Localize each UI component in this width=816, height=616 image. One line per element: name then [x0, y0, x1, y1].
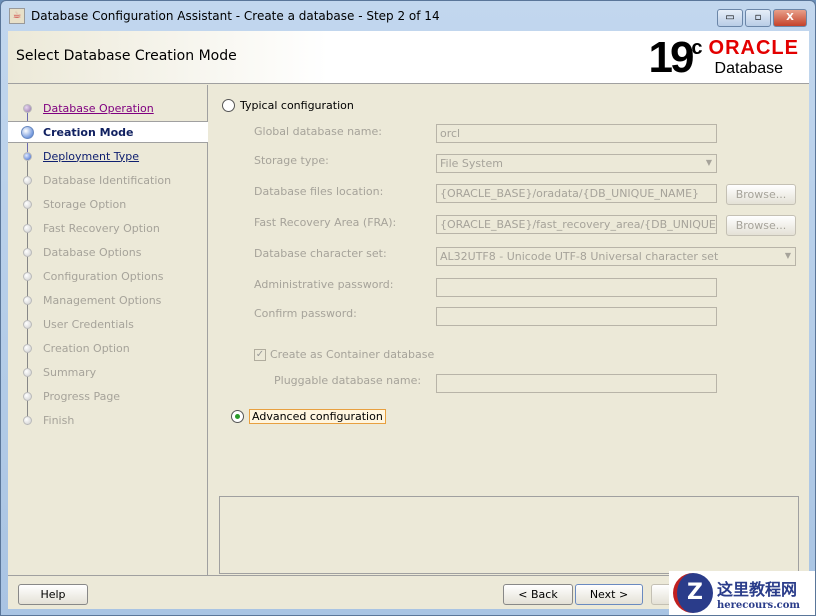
fra-input[interactable]: {ORACLE_BASE}/fast_recovery_area/{DB_UNI…	[436, 215, 717, 234]
step-item: Database Identification	[8, 169, 208, 191]
message-panel	[219, 496, 799, 574]
step-dot-icon	[23, 152, 32, 161]
typical-config-label: Typical configuration	[240, 99, 354, 112]
step-label: Management Options	[43, 293, 162, 307]
step-label: Deployment Type	[43, 149, 140, 163]
step-label: Database Options	[43, 245, 142, 259]
watermark-cn: 这里教程网	[717, 579, 798, 599]
checkbox-box[interactable]: ✓	[254, 348, 266, 361]
logo-sup: c	[691, 37, 703, 59]
advanced-config-label: Advanced configuration	[249, 409, 386, 424]
global-db-name-input[interactable]: orcl	[436, 124, 717, 143]
maximize-button[interactable]: ▫	[745, 9, 771, 27]
step-dot-icon	[23, 224, 32, 233]
step-item: Management Options	[8, 289, 208, 311]
fra-label: Fast Recovery Area (FRA):	[254, 216, 397, 229]
step-dot-icon	[23, 368, 32, 377]
step-dot-icon	[23, 176, 32, 185]
step-item: Storage Option	[8, 193, 208, 215]
step-item: Finish	[8, 409, 208, 431]
next-button[interactable]: Next >	[575, 584, 643, 605]
storage-type-select[interactable]: File System	[436, 154, 717, 173]
pdb-name-input[interactable]	[436, 374, 717, 393]
admin-password-input[interactable]	[436, 278, 717, 297]
typical-config-radio[interactable]: Typical configuration	[222, 99, 354, 112]
step-label: Creation Option	[43, 341, 130, 355]
radio-indicator[interactable]	[231, 410, 244, 423]
step-dot-icon	[23, 248, 32, 257]
back-button[interactable]: < Back	[503, 584, 573, 605]
java-icon: ☕	[9, 8, 25, 24]
charset-select[interactable]: AL32UTF8 - Unicode UTF-8 Universal chara…	[436, 247, 796, 266]
step-item[interactable]: Database Operation	[8, 97, 208, 119]
radio-indicator[interactable]	[222, 99, 235, 112]
step-item[interactable]: Creation Mode	[8, 121, 208, 143]
step-item: Creation Option	[8, 337, 208, 359]
step-item: Progress Page	[8, 385, 208, 407]
minimize-button[interactable]: ▭	[717, 9, 743, 27]
step-dot-icon	[23, 416, 32, 425]
title-bar: ☕ Database Configuration Assistant - Cre…	[1, 1, 815, 31]
page-header: Select Database Creation Mode 19 c ORACL…	[8, 31, 809, 84]
step-label: Progress Page	[43, 389, 121, 403]
step-label: Fast Recovery Option	[43, 221, 160, 235]
step-dot-icon	[23, 200, 32, 209]
oracle-logo: 19 c ORACLE Database	[648, 35, 799, 81]
admin-password-label: Administrative password:	[254, 278, 394, 291]
advanced-config-radio[interactable]: Advanced configuration	[231, 409, 386, 424]
db-files-location-label: Database files location:	[254, 185, 384, 198]
confirm-password-label: Confirm password:	[254, 307, 357, 320]
step-label: Summary	[43, 365, 97, 379]
step-item: User Credentials	[8, 313, 208, 335]
pdb-name-label: Pluggable database name:	[274, 374, 422, 387]
db-files-browse-button[interactable]: Browse...	[726, 184, 796, 205]
fra-browse-button[interactable]: Browse...	[726, 215, 796, 236]
dbca-window: ☕ Database Configuration Assistant - Cre…	[0, 0, 816, 616]
logo-product: Database	[714, 60, 784, 77]
logo-brand: ORACLE	[708, 37, 799, 59]
step-label: Database Operation	[43, 101, 154, 115]
logo-version: 19	[648, 33, 694, 82]
page-title: Select Database Creation Mode	[16, 48, 237, 64]
step-dot-icon	[23, 104, 32, 113]
watermark-icon: Z	[673, 573, 713, 613]
step-item: Summary	[8, 361, 208, 383]
step-item: Configuration Options	[8, 265, 208, 287]
step-dot-icon	[23, 272, 32, 281]
window-title: Database Configuration Assistant - Creat…	[31, 9, 440, 23]
step-dot-icon	[23, 392, 32, 401]
global-db-name-label: Global database name:	[254, 125, 382, 138]
step-dot-icon	[23, 320, 32, 329]
step-dot-icon	[23, 296, 32, 305]
step-navigator: Database Operation Creation Mode Deploymen…	[8, 85, 208, 575]
storage-type-label: Storage type:	[254, 154, 329, 167]
step-item[interactable]: Deployment Type	[8, 145, 208, 167]
step-label: Storage Option	[43, 197, 127, 211]
confirm-password-input[interactable]	[436, 307, 717, 326]
db-files-location-input[interactable]: {ORACLE_BASE}/oradata/{DB_UNIQUE_NAME}	[436, 184, 717, 203]
step-label: Database Identification	[43, 173, 172, 187]
step-label: Creation Mode	[43, 125, 134, 139]
help-button[interactable]: Help	[18, 584, 88, 605]
step-label: Configuration Options	[43, 269, 164, 283]
charset-label: Database character set:	[254, 247, 387, 260]
step-label: Finish	[43, 413, 75, 427]
close-button[interactable]: X	[773, 9, 807, 27]
step-item: Database Options	[8, 241, 208, 263]
watermark-url: herecours.com	[717, 599, 801, 611]
step-dot-icon	[23, 344, 32, 353]
container-db-label: Create as Container database	[270, 348, 435, 361]
step-item: Fast Recovery Option	[8, 217, 208, 239]
step-label: User Credentials	[43, 317, 134, 331]
watermark-logo: Z 这里教程网 herecours.com	[669, 571, 815, 615]
step-dot-icon	[21, 126, 34, 139]
container-db-checkbox[interactable]: ✓ Create as Container database	[254, 348, 434, 361]
